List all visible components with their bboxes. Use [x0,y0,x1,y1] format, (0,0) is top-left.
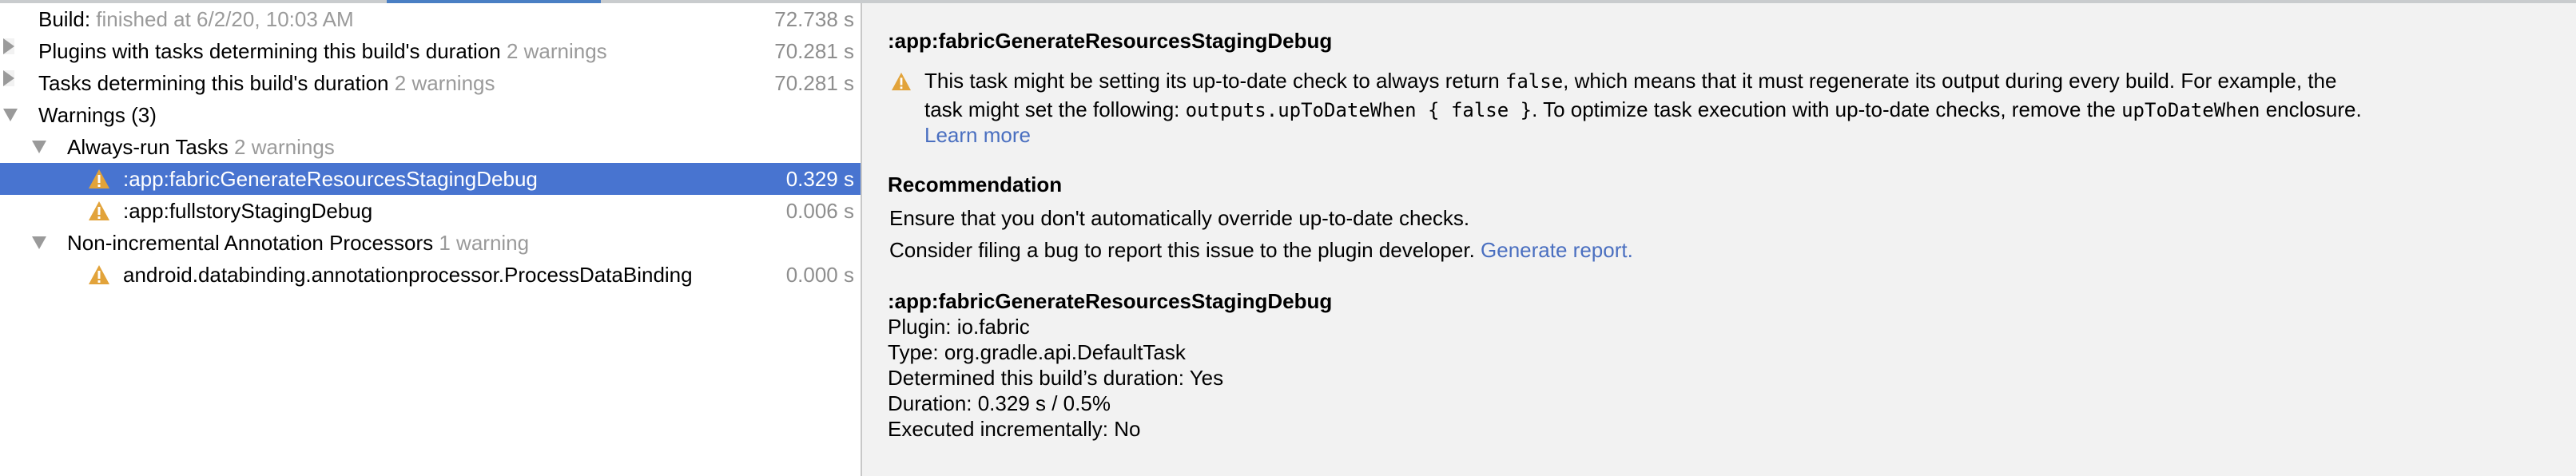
info-title: :app:fabricGenerateResourcesStagingDebug [888,289,1333,313]
warning-icon [89,169,109,188]
recommendation-heading: Recommendation [888,173,1063,196]
tree-row-tasks[interactable]: Tasks determining this build's duration … [0,67,861,99]
task-duration: 0.006 s [785,198,854,223]
info-plugin: Plugin: io.fabric [888,315,1030,339]
tree-row-non-incremental[interactable]: Non-incremental Annotation Processors 1 … [0,227,861,259]
plugins-label: Plugins with tasks determining this buil… [38,38,501,63]
recommendation-line2: Consider filing a bug to report this iss… [889,238,1633,262]
info-determined: Determined this build’s duration: Yes [888,366,1224,390]
warning-text-line2: task might set the following: outputs.up… [924,97,2362,121]
tree-row-warnings[interactable]: Warnings (3) [0,99,861,131]
warning-count: 2 warnings [394,70,495,95]
info-type: Type: org.gradle.api.DefaultTask [888,340,1186,364]
task-label: :app:fabricGenerateResourcesStagingDebug [123,166,538,191]
task-label: :app:fullstoryStagingDebug [123,198,373,223]
plugins-duration: 70.281 s [774,38,854,63]
build-duration: 72.738 s [774,6,854,31]
warning-count: 2 warnings [506,38,607,63]
warning-count: 1 warning [439,230,530,255]
tasks-duration: 70.281 s [774,70,854,95]
expand-arrow-icon[interactable] [3,38,14,54]
always-run-label: Always-run Tasks [67,134,229,159]
generate-report-link[interactable]: Generate report. [1481,238,1633,262]
collapse-arrow-icon[interactable] [3,109,18,121]
learn-more-link[interactable]: Learn more [924,123,1031,148]
processor-duration: 0.000 s [782,262,854,288]
tree-row-task-selected[interactable]: :app:fabricGenerateResourcesStagingDebug… [0,163,861,195]
info-duration: Duration: 0.329 s / 0.5% [888,391,1111,415]
tree-row-build[interactable]: Build: finished at 6/2/20, 10:03 AM 72.7… [0,3,861,35]
collapse-arrow-icon[interactable] [32,236,46,249]
processor-label: android.databinding.annotationprocessor.… [123,262,693,287]
detail-panel: :app:fabricGenerateResourcesStagingDebug… [862,3,2576,476]
warning-icon [89,201,109,220]
tree-row-processor[interactable]: android.databinding.annotationprocessor.… [0,259,861,291]
tree-row-always-run[interactable]: Always-run Tasks 2 warnings [0,131,861,163]
recommendation-line1: Ensure that you don't automatically over… [889,206,1470,230]
tree-row-task[interactable]: :app:fullstoryStagingDebug 0.006 s [0,195,861,227]
warning-icon [892,72,911,91]
detail-title: :app:fabricGenerateResourcesStagingDebug [888,29,1333,53]
warnings-label: Warnings (3) [38,102,157,127]
build-label: Build: finished at 6/2/20, 10:03 AM [38,6,354,31]
warning-text-line1: This task might be setting its up-to-dat… [924,69,2337,93]
task-duration: 0.329 s [782,166,854,192]
warning-count: 2 warnings [234,134,335,159]
collapse-arrow-icon[interactable] [32,141,46,153]
info-incremental: Executed incrementally: No [888,417,1141,441]
build-analyzer-tree: Build: finished at 6/2/20, 10:03 AM 72.7… [0,3,862,476]
expand-arrow-icon[interactable] [3,70,14,86]
tasks-label: Tasks determining this build's duration [38,70,389,95]
warning-icon [89,265,109,284]
tree-row-plugins[interactable]: Plugins with tasks determining this buil… [0,35,861,67]
non-incremental-label: Non-incremental Annotation Processors [67,230,434,255]
